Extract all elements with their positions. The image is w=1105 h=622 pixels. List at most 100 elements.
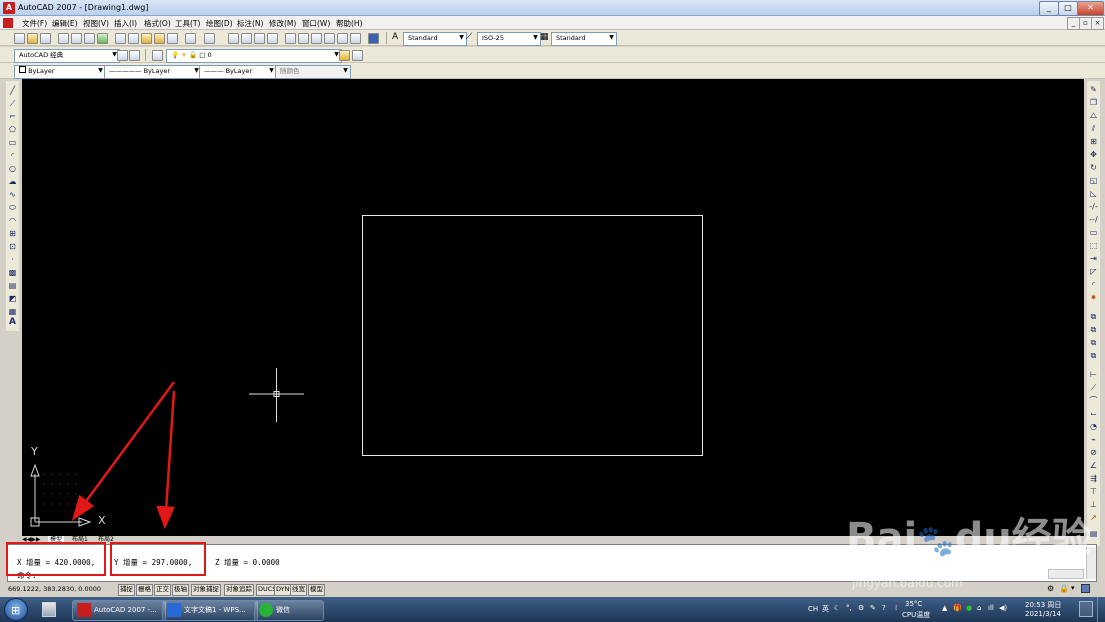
- table-icon[interactable]: ▦: [8, 307, 17, 316]
- ordinate-icon[interactable]: ⌙: [1089, 409, 1098, 418]
- etransmit-icon[interactable]: [97, 33, 108, 44]
- pan-icon[interactable]: [228, 33, 239, 44]
- lineweight-button[interactable]: 线宽: [290, 584, 307, 596]
- cut-icon[interactable]: [115, 33, 126, 44]
- radius-icon[interactable]: ◔: [1089, 422, 1098, 431]
- doc-close-button[interactable]: ×: [1091, 17, 1104, 30]
- copy-icon[interactable]: [128, 33, 139, 44]
- mirror-icon[interactable]: ⧍: [1089, 111, 1098, 120]
- arc-length-icon[interactable]: ⌒: [1089, 396, 1098, 405]
- taskbar-wps[interactable]: 文字文稿1 - WPS...: [162, 600, 258, 621]
- properties-icon[interactable]: [285, 33, 296, 44]
- otrack-button[interactable]: 对象追踪: [224, 584, 254, 596]
- polar-button[interactable]: 极轴: [172, 584, 189, 596]
- region-icon[interactable]: ◩: [8, 294, 17, 303]
- ime-moon-icon[interactable]: ☾: [834, 604, 840, 612]
- text-style-select[interactable]: Standard ▼: [403, 32, 467, 46]
- make-block-icon[interactable]: ⊡: [8, 242, 17, 251]
- plot-icon[interactable]: [58, 33, 69, 44]
- help-icon[interactable]: [368, 33, 379, 44]
- coordinate-readout[interactable]: 669.1222, 383.2830, 0.0000: [8, 584, 101, 594]
- quick-dim-icon[interactable]: ⇶: [1089, 474, 1098, 483]
- paste-icon[interactable]: [141, 33, 152, 44]
- minimize-button[interactable]: _: [1039, 1, 1059, 16]
- rectangle-icon[interactable]: ▭: [8, 138, 17, 147]
- workspace-select[interactable]: AutoCAD 经典 ▼: [14, 49, 120, 63]
- spline-icon[interactable]: ∿: [8, 190, 17, 199]
- redo-icon[interactable]: [204, 33, 215, 44]
- diameter-icon[interactable]: ⊘: [1089, 448, 1098, 457]
- ime-punctuation-icon[interactable]: °,: [846, 604, 852, 612]
- break-icon[interactable]: ⬚: [1089, 241, 1098, 250]
- show-hidden-icons-icon[interactable]: ▲: [942, 604, 947, 612]
- layer-previous-icon[interactable]: [352, 50, 363, 61]
- zoom-previous-icon[interactable]: [267, 33, 278, 44]
- match-properties-icon[interactable]: [154, 33, 165, 44]
- bring-above-icon[interactable]: ⧉: [1089, 351, 1098, 360]
- revcloud-icon[interactable]: ☁: [8, 177, 17, 186]
- multiline-text-icon[interactable]: A: [8, 318, 17, 327]
- menu-tools[interactable]: 工具(T): [175, 18, 200, 29]
- baseline-icon[interactable]: ⊤: [1089, 487, 1098, 496]
- rotate-icon[interactable]: ↻: [1089, 163, 1098, 172]
- draw-order-icon[interactable]: ⧉: [1089, 312, 1098, 321]
- workspace-settings-icon[interactable]: [117, 50, 128, 61]
- pen-icon[interactable]: ✎: [870, 604, 876, 612]
- drawing-canvas[interactable]: Y X: [22, 79, 1084, 536]
- menu-help[interactable]: 帮助(H): [336, 18, 363, 29]
- arc-icon[interactable]: ◜: [8, 151, 17, 160]
- copy-object-icon[interactable]: ❐: [1089, 98, 1098, 107]
- aligned-dim-icon[interactable]: ⟋: [1089, 383, 1098, 392]
- color-select[interactable]: ByLayer ▼: [14, 65, 106, 79]
- ortho-button[interactable]: 正交: [154, 584, 171, 596]
- undo-icon[interactable]: [185, 33, 196, 44]
- network-tray-icon[interactable]: ⌂: [977, 604, 981, 612]
- menu-window[interactable]: 窗口(W): [302, 18, 330, 29]
- open-icon[interactable]: [27, 33, 38, 44]
- taskbar-wechat[interactable]: 微信: [254, 600, 324, 621]
- polyline-icon[interactable]: ⌐: [8, 112, 17, 121]
- menu-view[interactable]: 视图(V): [83, 18, 109, 29]
- menu-dimension[interactable]: 标注(N): [237, 18, 263, 29]
- show-desktop-button[interactable]: [1097, 597, 1105, 622]
- polygon-icon[interactable]: ⬠: [8, 125, 17, 134]
- make-current-layer-icon[interactable]: [339, 50, 350, 61]
- volume-icon[interactable]: ◀): [999, 604, 1007, 612]
- dyn-button[interactable]: DYN: [274, 584, 292, 596]
- plot-style-select[interactable]: 随颜色 ▼: [275, 65, 351, 79]
- signal-icon[interactable]: ıll: [988, 604, 994, 612]
- linetype-select[interactable]: ————— ByLayer ▼: [104, 65, 202, 79]
- construction-line-icon[interactable]: ⟋: [8, 99, 17, 108]
- language-indicator[interactable]: CH: [808, 605, 818, 613]
- design-center-icon[interactable]: [298, 33, 309, 44]
- dim-style-select[interactable]: ISO-25 ▼: [477, 32, 541, 46]
- model-button[interactable]: 模型: [308, 584, 325, 596]
- drawn-rectangle[interactable]: [362, 215, 703, 456]
- stretch-icon[interactable]: ◺: [1089, 189, 1098, 198]
- command-hscrollbar[interactable]: [1048, 569, 1084, 579]
- close-button[interactable]: ✕: [1077, 1, 1104, 16]
- gradient-icon[interactable]: ▤: [8, 281, 17, 290]
- extend-icon[interactable]: --/: [1089, 215, 1098, 224]
- publish-icon[interactable]: [84, 33, 95, 44]
- table-style-select[interactable]: Standard ▼: [551, 32, 617, 46]
- layer-manager-icon[interactable]: [152, 50, 163, 61]
- linear-dim-icon[interactable]: ⊢: [1089, 370, 1098, 379]
- osnap-button[interactable]: 对象捕捉: [191, 584, 221, 596]
- document-icon[interactable]: [3, 18, 13, 28]
- point-icon[interactable]: ·: [8, 255, 17, 264]
- menu-file[interactable]: 文件(F): [22, 18, 47, 29]
- array-icon[interactable]: ⊞: [1089, 137, 1098, 146]
- jogged-icon[interactable]: ⌁: [1089, 435, 1098, 444]
- move-icon[interactable]: ✥: [1089, 150, 1098, 159]
- menu-edit[interactable]: 编辑(E): [52, 18, 78, 29]
- calculator-icon[interactable]: [350, 33, 361, 44]
- ellipse-arc-icon[interactable]: ◠: [8, 216, 17, 225]
- explode-icon[interactable]: ✷: [1089, 293, 1098, 302]
- workspace-save-icon[interactable]: [129, 50, 140, 61]
- fillet-icon[interactable]: ◜: [1089, 280, 1098, 289]
- menu-format[interactable]: 格式(O): [144, 18, 171, 29]
- erase-icon[interactable]: ✎: [1089, 85, 1098, 94]
- clock-date[interactable]: 2021/3/14: [1025, 610, 1061, 618]
- preview-icon[interactable]: [71, 33, 82, 44]
